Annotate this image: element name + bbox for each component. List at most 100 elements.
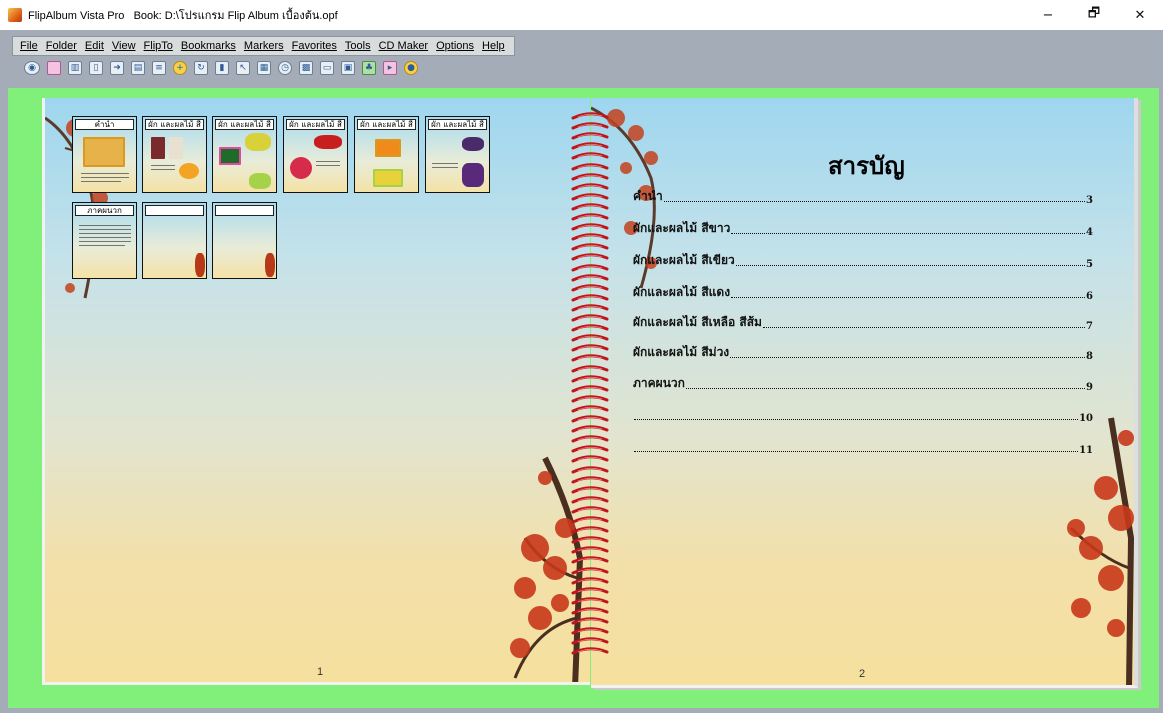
- tree-icon[interactable]: ♣: [362, 61, 376, 75]
- star-icon[interactable]: ●: [404, 61, 418, 75]
- toc-leader-dots: [735, 265, 1086, 266]
- columns-icon[interactable]: ▮: [215, 61, 229, 75]
- arrow-icon[interactable]: ➜: [110, 61, 124, 75]
- binding-coil: [571, 112, 609, 120]
- page-thumbnail[interactable]: ผัก และผลไม้ สี: [354, 116, 419, 193]
- binding-coil: [571, 233, 609, 241]
- binding-coil: [571, 597, 609, 605]
- binding-coil: [571, 556, 609, 564]
- pink-page-icon[interactable]: [47, 61, 61, 75]
- binding-coil: [571, 536, 609, 544]
- close-button[interactable]: ✕: [1117, 0, 1163, 30]
- toc-entry[interactable]: ผักและผลไม้ สีขาว 4: [633, 218, 1093, 238]
- menu-markers[interactable]: Markers: [240, 40, 288, 52]
- binding-coil: [571, 415, 609, 423]
- grid-icon[interactable]: ▩: [299, 61, 313, 75]
- page-thumbnail[interactable]: ผัก และผลไม้ สี: [283, 116, 348, 193]
- binding-coil: [571, 213, 609, 221]
- toc-entry[interactable]: ผักและผลไม้ สีแดง 6: [633, 282, 1093, 302]
- toc-entry[interactable]: 11: [633, 436, 1093, 456]
- menu-cd-maker[interactable]: CD Maker: [375, 40, 433, 52]
- toc-entry[interactable]: 10: [633, 404, 1093, 424]
- menu-help[interactable]: Help: [478, 40, 509, 52]
- page-thumbnail[interactable]: ผัก และผลไม้ สี: [212, 116, 277, 193]
- page-thumbnail[interactable]: ผัก และผลไม้ สี: [142, 116, 207, 193]
- binding-coil: [571, 465, 609, 473]
- toc-entry[interactable]: ภาคผนวก 9: [633, 373, 1093, 393]
- binding-coil: [571, 475, 609, 484]
- clock-icon[interactable]: ◷: [278, 61, 292, 75]
- vegetable-image: [169, 137, 183, 159]
- toc-entry-label: ผักและผลไม้ สีเหลือ สีส้ม: [633, 315, 762, 329]
- toc-leader-dots: [634, 451, 1079, 452]
- minimize-button[interactable]: −: [1025, 0, 1071, 30]
- menu-bookmarks[interactable]: Bookmarks: [177, 40, 240, 52]
- binding-coil: [571, 223, 609, 231]
- book-icon[interactable]: ▥: [68, 61, 82, 75]
- flip-icon[interactable]: ▤: [131, 61, 145, 75]
- app-name: FlipAlbum Vista Pro: [28, 10, 125, 22]
- binding-coil: [571, 314, 609, 322]
- binding-coil: [571, 203, 609, 211]
- book-path: Book: D:\โปรแกรม Flip Album เบื้องต้น.op…: [133, 10, 338, 22]
- binding-coil: [571, 384, 609, 393]
- page-list-icon[interactable]: ≡: [152, 61, 166, 75]
- toc-title: สารบัญ: [828, 151, 905, 180]
- binding-coil: [571, 516, 609, 524]
- fruit-image: [373, 169, 403, 187]
- page-number: 2: [859, 668, 866, 680]
- page-thumbnail[interactable]: ผัก และผลไม้ สี: [425, 116, 490, 193]
- frame-icon[interactable]: ▣: [341, 61, 355, 75]
- toc-leader-dots: [663, 201, 1086, 202]
- fruit-image: [314, 135, 342, 149]
- page-thumbnail[interactable]: ภาคผนวก: [72, 202, 137, 279]
- binding-coil: [571, 344, 609, 352]
- album-icon[interactable]: ▦: [257, 61, 271, 75]
- window-controls: − 🗗 ✕: [1025, 0, 1163, 30]
- binding-coil: [571, 647, 609, 655]
- toc-entry-page: 6: [1086, 291, 1093, 302]
- fruit-image: [179, 163, 199, 179]
- page-thumbnail[interactable]: [142, 202, 207, 279]
- menu-favorites[interactable]: Favorites: [288, 40, 341, 52]
- page-number: 1: [317, 666, 324, 678]
- menu-flipto[interactable]: FlipTo: [140, 40, 177, 52]
- restore-button[interactable]: 🗗: [1071, 0, 1117, 30]
- page-thumbnail[interactable]: คำนำ: [72, 116, 137, 193]
- binding-coil: [571, 566, 609, 574]
- toc-entry[interactable]: ผักและผลไม้ สีม่วง 8: [633, 342, 1093, 362]
- binding-coil: [571, 607, 609, 615]
- menu-view[interactable]: View: [108, 40, 140, 52]
- flipalbum-app-icon[interactable]: [8, 8, 22, 22]
- view-icon[interactable]: ◉: [24, 61, 40, 75]
- binding-coil: [571, 132, 609, 140]
- binding-coil: [571, 485, 609, 494]
- thumbnail-label: ผัก และผลไม้ สี: [215, 119, 274, 130]
- binding-coil: [571, 334, 609, 342]
- toc-entry[interactable]: ผักและผลไม้ สีเหลือ สีส้ม 7: [633, 312, 1093, 332]
- toc-entry[interactable]: ผักและผลไม้ สีเขียว 5: [633, 250, 1093, 270]
- toc-entry-page: 8: [1086, 351, 1093, 362]
- marker-icon[interactable]: ▸: [383, 61, 397, 75]
- menu-options[interactable]: Options: [432, 40, 478, 52]
- menu-folder[interactable]: Folder: [42, 40, 81, 52]
- page-thumbnail[interactable]: [212, 202, 277, 279]
- menu-file[interactable]: File: [16, 40, 42, 52]
- toc-entry-page: 11: [1079, 445, 1093, 456]
- page-icon[interactable]: ▯: [89, 61, 103, 75]
- add-icon[interactable]: +: [173, 61, 187, 75]
- menu-tools[interactable]: Tools: [341, 40, 375, 52]
- rotate-icon[interactable]: ↻: [194, 61, 208, 75]
- menu-edit[interactable]: Edit: [81, 40, 108, 52]
- binding-coil: [571, 435, 609, 443]
- image-icon[interactable]: ▭: [320, 61, 334, 75]
- binding-coil: [571, 354, 609, 362]
- toc-entry-page: 4: [1086, 227, 1093, 238]
- spiral-binding: [570, 112, 610, 662]
- binding-coil: [571, 395, 609, 403]
- thumbnail-label: ผัก และผลไม้ สี: [357, 119, 416, 130]
- cursor-icon[interactable]: ↖: [236, 61, 250, 75]
- toc-entry-page: 7: [1086, 321, 1093, 332]
- toc-entry[interactable]: คำนำ 3: [633, 186, 1093, 206]
- binding-coil: [571, 294, 609, 302]
